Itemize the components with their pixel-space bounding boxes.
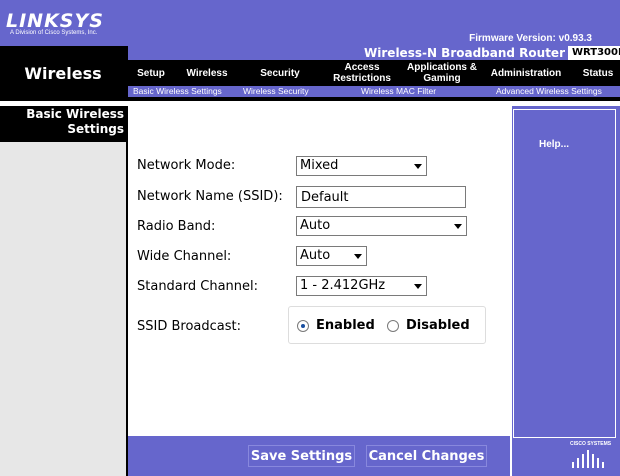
cancel-changes-button[interactable]: Cancel Changes (366, 445, 487, 467)
cisco-logo-text: CISCO SYSTEMS (570, 441, 612, 447)
help-divider (510, 106, 512, 476)
help-box (513, 109, 616, 438)
chevron-down-icon (414, 284, 422, 289)
tab-access-restrictions[interactable]: Access Restrictions (322, 60, 402, 86)
tab-status[interactable]: Status (576, 60, 620, 86)
tab-wireless[interactable]: Wireless (176, 60, 238, 86)
product-name: Wireless-N Broadband Router (364, 46, 565, 60)
standard-channel-label: Standard Channel: (137, 279, 259, 294)
left-panel (0, 106, 126, 476)
wide-channel-select[interactable]: Auto (296, 246, 367, 266)
ssid-broadcast-enabled-label[interactable]: Enabled (316, 318, 375, 333)
chevron-down-icon (414, 164, 422, 169)
tab-security[interactable]: Security (246, 60, 314, 86)
tab-setup[interactable]: Setup (128, 60, 174, 86)
ssid-input[interactable] (296, 186, 466, 208)
radio-band-select[interactable]: Auto (296, 216, 467, 236)
subtab-wireless-mac-filter[interactable]: Wireless MAC Filter (361, 86, 436, 97)
chevron-down-icon (354, 254, 362, 259)
wide-channel-label: Wide Channel: (137, 249, 232, 264)
ssid-label: Network Name (SSID): (137, 189, 283, 204)
wide-channel-value: Auto (300, 248, 331, 263)
standard-channel-select[interactable]: 1 - 2.412GHz (296, 276, 427, 296)
radio-band-label: Radio Band: (137, 219, 216, 234)
save-settings-button[interactable]: Save Settings (248, 445, 355, 467)
subtab-advanced-wireless-settings[interactable]: Advanced Wireless Settings (496, 86, 602, 97)
network-mode-select[interactable]: Mixed (296, 156, 427, 176)
network-mode-value: Mixed (300, 158, 339, 173)
model-number: WRT300N (568, 46, 620, 60)
network-mode-label: Network Mode: (137, 158, 236, 173)
tab-administration[interactable]: Administration (484, 60, 568, 86)
subtab-wireless-security[interactable]: Wireless Security (243, 86, 309, 97)
ssid-broadcast-label: SSID Broadcast: (137, 319, 241, 334)
section-title: Wireless (24, 64, 102, 83)
tab-applications-gaming[interactable]: Applications & Gaming (404, 60, 480, 86)
ssid-broadcast-disabled-label[interactable]: Disabled (406, 318, 470, 333)
logo-tagline: A Division of Cisco Systems, Inc. (10, 30, 98, 36)
ssid-broadcast-disabled-radio[interactable] (387, 320, 399, 332)
chevron-down-icon (454, 224, 462, 229)
radio-band-value: Auto (300, 218, 331, 233)
firmware-version: Firmware Version: v0.93.3 (469, 33, 592, 44)
left-section-title: Basic Wireless Settings (26, 107, 124, 136)
linksys-logo: LINKSYS (6, 10, 104, 32)
standard-channel-value: 1 - 2.412GHz (300, 278, 386, 293)
subtab-basic-wireless-settings[interactable]: Basic Wireless Settings (133, 86, 222, 97)
ssid-broadcast-enabled-radio[interactable] (297, 320, 309, 332)
help-link[interactable]: Help... (539, 139, 569, 150)
